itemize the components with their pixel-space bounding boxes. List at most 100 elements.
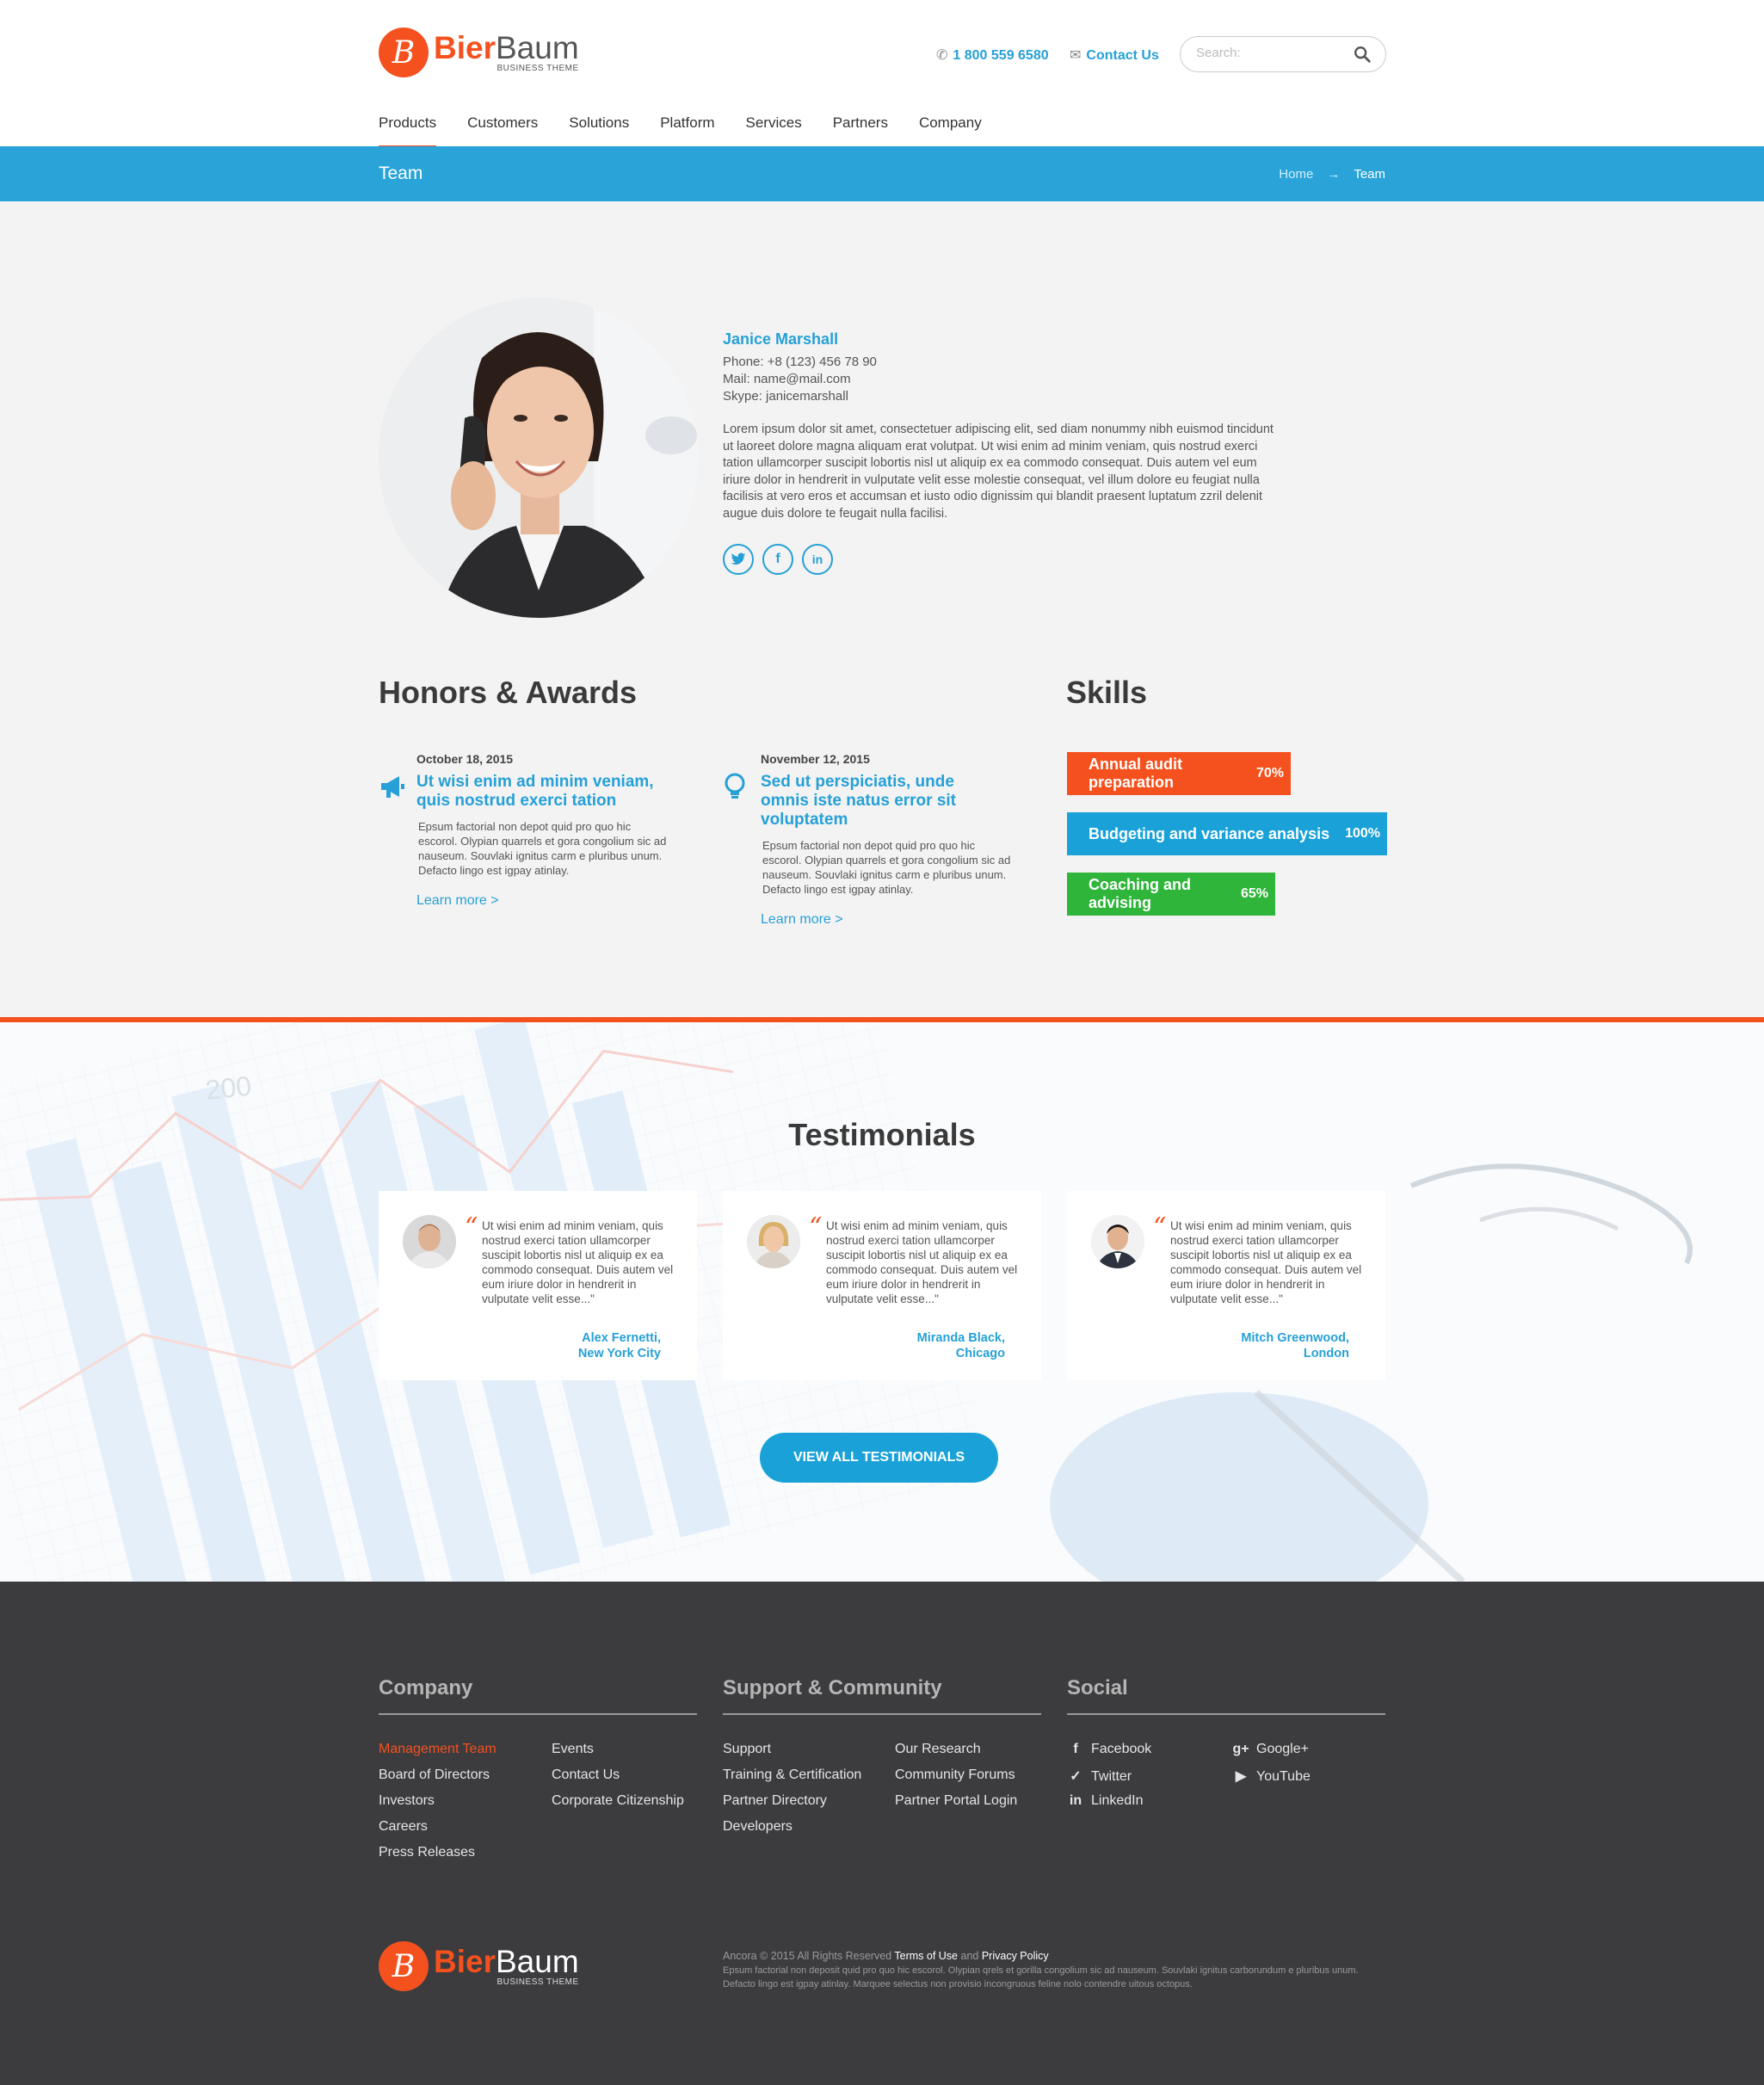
logo-tagline: BUSINESS THEME [497, 1977, 579, 1987]
footer-link[interactable]: Partner Portal Login [895, 1793, 1017, 1819]
testimonial-author: Miranda Black, Chicago [916, 1331, 1005, 1360]
logo-mark: B [379, 1941, 429, 1991]
footer-link[interactable]: Press Releases [379, 1845, 497, 1871]
testimonial-author: Mitch Greenwood, London [1241, 1331, 1349, 1360]
footer-link[interactable]: Community Forums [895, 1767, 1017, 1793]
footer-link[interactable]: Support [723, 1742, 861, 1767]
nav-item-customers[interactable]: Customers [467, 114, 538, 148]
linkedin-icon: in [1069, 1793, 1082, 1808]
footer-youtube-link[interactable]: ▶ YouTube [1232, 1767, 1311, 1793]
nav-item-products[interactable]: Products [379, 114, 437, 148]
nav-item-platform[interactable]: Platform [660, 114, 714, 148]
search-input[interactable] [1196, 46, 1342, 60]
person-name: Janice Marshall [723, 330, 839, 348]
footer-link[interactable]: Developers [723, 1819, 861, 1845]
arrow-right-icon: → [1327, 167, 1341, 182]
site-header: B BierBaum BUSINESS THEME ✆ 1 800 559 658… [0, 0, 1764, 148]
skill-label: Annual audit preparation [1089, 756, 1182, 791]
footer-link[interactable]: Corporate Citizenship [552, 1793, 684, 1819]
footer-social-links: f Facebook ✓ Twitter in LinkedIn [1067, 1742, 1151, 1819]
quote-icon: “ [1153, 1212, 1167, 1243]
learn-more-link[interactable]: Learn more > [416, 893, 499, 909]
testimonial-text: Ut wisi enim ad minim veniam, quis nostr… [1170, 1219, 1362, 1305]
footer-support-title: Support & Community [723, 1676, 942, 1699]
nav-item-partners[interactable]: Partners [833, 114, 888, 148]
skill-percent: 100% [1345, 826, 1380, 841]
quote-icon: “ [809, 1212, 823, 1243]
awards-heading: Honors & Awards [379, 675, 638, 710]
skill-percent: 70% [1255, 766, 1284, 780]
nav-item-solutions[interactable]: Solutions [569, 114, 629, 148]
privacy-link[interactable]: Privacy Policy [982, 1950, 1049, 1962]
footer-support-links-2: Our Research Community Forums Partner Port… [895, 1742, 1017, 1819]
footer-link[interactable]: Our Research [895, 1742, 1017, 1767]
header-contact-link[interactable]: ✉ Contact Us [1070, 46, 1159, 64]
testimonial-card: “ Ut wisi enim ad minim veniam, quis nos… [1067, 1191, 1385, 1380]
page-title-bar: Team Home → Team [0, 146, 1764, 201]
divider [723, 1713, 1041, 1715]
copyright: Ancora © 2015 All Rights Reserved Terms … [723, 1948, 1385, 1991]
footer-link[interactable]: Careers [379, 1819, 497, 1845]
footer-linkedin-link[interactable]: in LinkedIn [1067, 1793, 1151, 1819]
header-phone[interactable]: ✆ 1 800 559 6580 [936, 46, 1049, 64]
search-icon[interactable] [1353, 45, 1372, 64]
skill-bar: Budgeting and variance analysis 100% [1067, 812, 1387, 855]
footer-facebook-link[interactable]: f Facebook [1067, 1742, 1151, 1767]
person-bio: Lorem ipsum dolor sit amet, consectetuer… [723, 423, 1274, 521]
search-box[interactable] [1180, 36, 1386, 72]
footer-link[interactable]: Contact Us [552, 1767, 684, 1793]
megaphone-icon [381, 776, 404, 798]
footer-social-title: Social [1067, 1676, 1128, 1699]
nav-item-services[interactable]: Services [746, 114, 802, 148]
nav-item-company[interactable]: Company [919, 114, 982, 148]
footer-social-links-2: g+ Google+ ▶ YouTube [1232, 1742, 1311, 1793]
logo-tagline: BUSINESS THEME [497, 64, 579, 73]
lightbulb-icon [725, 773, 745, 799]
award-date: November 12, 2015 [761, 752, 870, 766]
skill-bar: Coaching and advising 65% [1067, 873, 1275, 916]
person-skype: Skype: janicemarshall [723, 389, 848, 404]
skill-label: Coaching and advising [1089, 876, 1192, 911]
twitter-icon[interactable] [723, 544, 754, 575]
youtube-icon: ▶ [1235, 1769, 1247, 1784]
breadcrumb-home[interactable]: Home [1279, 167, 1313, 182]
footer-link[interactable]: Board of Directors [379, 1767, 497, 1793]
footer-link[interactable]: Training & Certification [723, 1767, 861, 1793]
logo-mark: B [379, 28, 429, 77]
footer-link[interactable]: Investors [379, 1793, 497, 1819]
learn-more-link[interactable]: Learn more > [761, 912, 843, 928]
footer-support-links: Support Training & Certification Partner D… [723, 1742, 861, 1845]
avatar [403, 1215, 456, 1268]
phone-icon: ✆ [936, 48, 948, 63]
page-title: Team [379, 163, 423, 183]
site-footer: Company Management Team Board of Director… [0, 1582, 1764, 2085]
footer-link[interactable]: Management Team [379, 1742, 497, 1767]
person-mail[interactable]: Mail: name@mail.com [723, 372, 851, 386]
terms-link[interactable]: Terms of Use [894, 1950, 958, 1962]
avatar [1091, 1215, 1144, 1268]
footer-googleplus-link[interactable]: g+ Google+ [1232, 1742, 1311, 1767]
testimonials-heading: Testimonials [788, 1117, 976, 1152]
footer-company-title: Company [379, 1676, 473, 1699]
logo[interactable]: B BierBaum BUSINESS THEME [379, 28, 579, 77]
testimonial-card: “ Ut wisi enim ad minim veniam, quis nos… [723, 1191, 1041, 1380]
footer-logo[interactable]: B BierBaum BUSINESS THEME [379, 1941, 579, 1991]
award-title[interactable]: Ut wisi enim ad minim veniam, quis nostr… [416, 773, 663, 811]
quote-icon: “ [465, 1212, 478, 1243]
testimonial-text: Ut wisi enim ad minim veniam, quis nostr… [482, 1219, 674, 1305]
view-all-testimonials-button[interactable]: VIEW ALL TESTIMONIALS [760, 1433, 998, 1483]
testimonial-card: “ Ut wisi enim ad minim veniam, quis nos… [379, 1191, 697, 1380]
linkedin-icon[interactable]: in [802, 544, 833, 575]
breadcrumb-current: Team [1354, 167, 1385, 182]
award-text: Epsum factorial non depot quid pro quo h… [418, 820, 667, 877]
footer-link[interactable]: Partner Directory [723, 1793, 861, 1819]
footer-link[interactable]: Events [552, 1742, 684, 1767]
skills-heading: Skills [1066, 675, 1148, 710]
footer-twitter-link[interactable]: ✓ Twitter [1067, 1767, 1151, 1793]
testimonial-text: Ut wisi enim ad minim veniam, quis nostr… [826, 1219, 1018, 1305]
divider [379, 1713, 697, 1715]
facebook-icon[interactable]: f [762, 544, 793, 575]
award-title[interactable]: Sed ut perspiciatis, unde omnis iste nat… [761, 773, 1007, 830]
testimonial-author: Alex Fernetti, New York City [577, 1331, 661, 1360]
envelope-icon: ✉ [1070, 48, 1082, 63]
